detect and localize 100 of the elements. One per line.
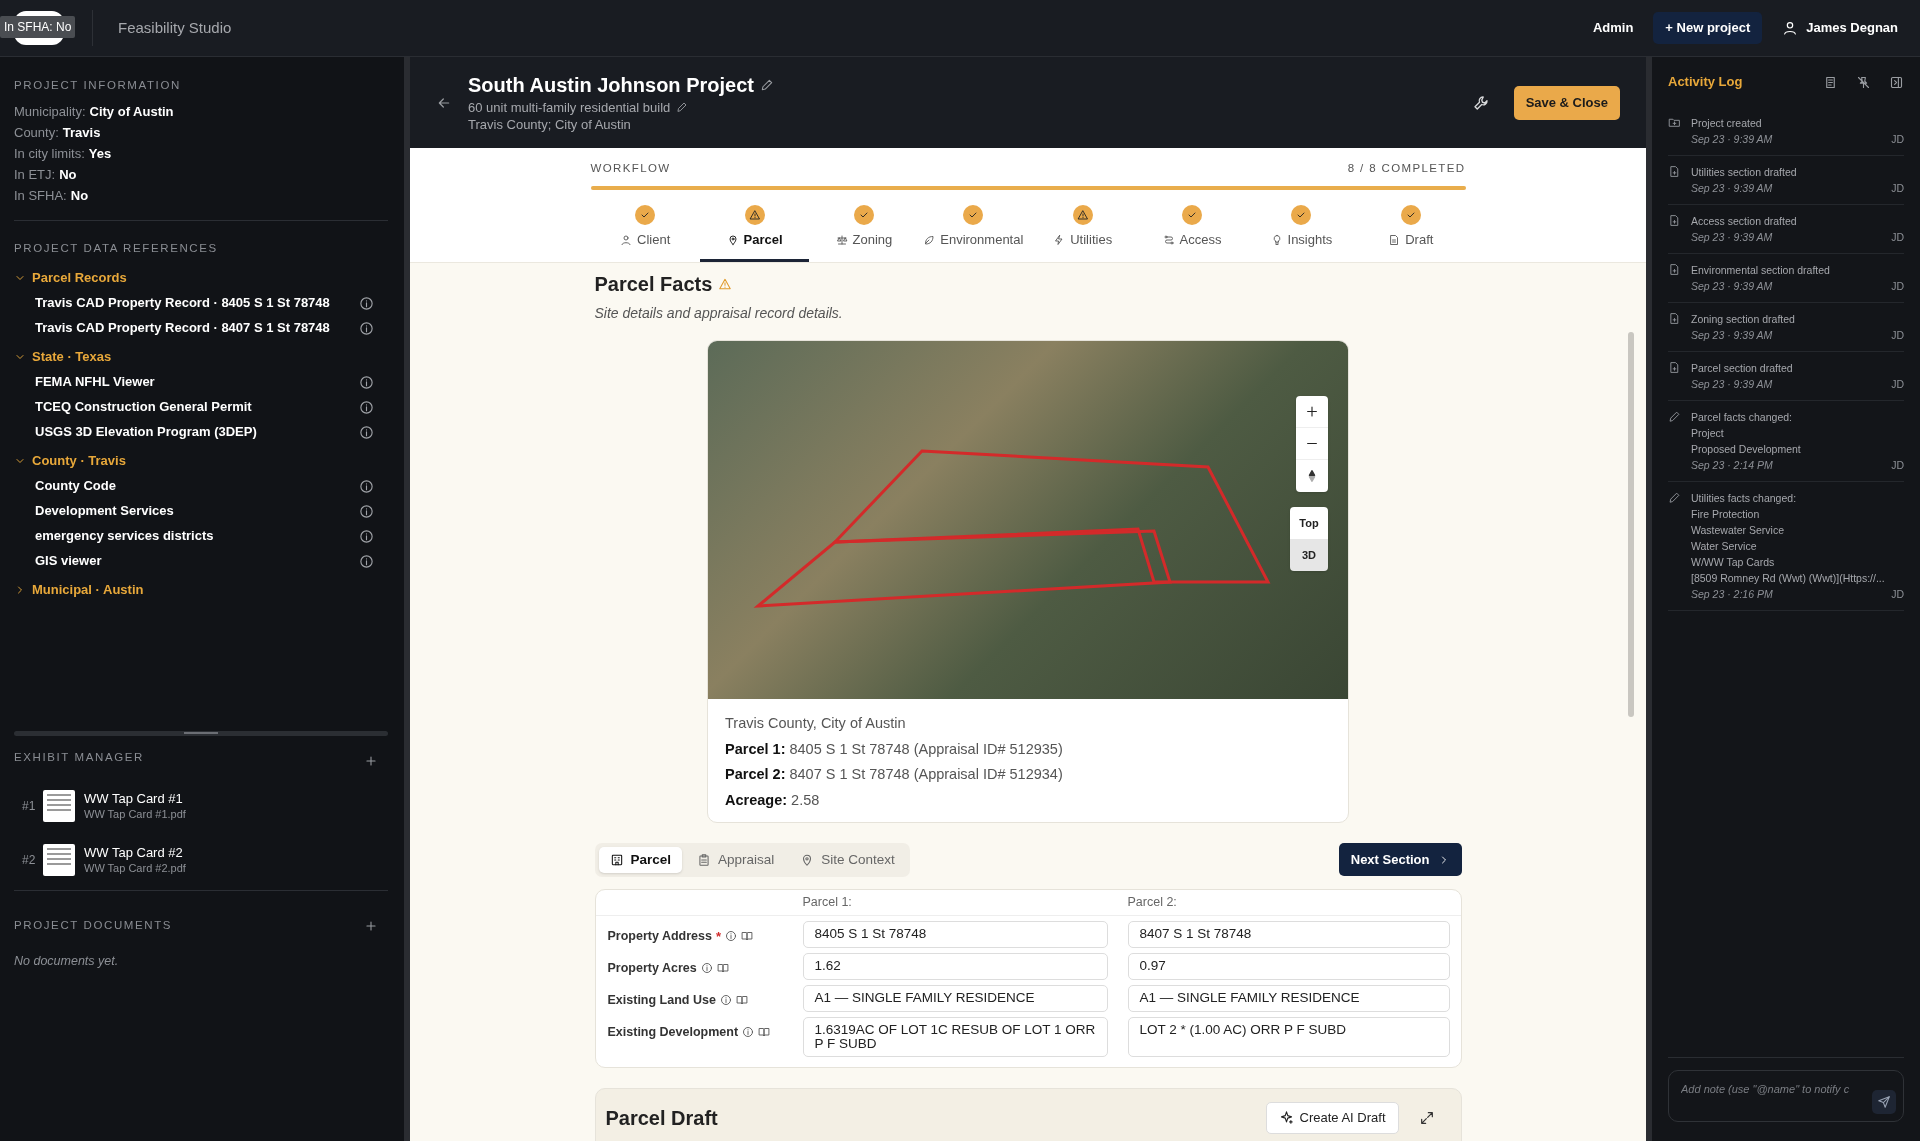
reference-group[interactable]: Parcel Records	[14, 265, 388, 291]
scale-icon	[835, 234, 848, 246]
panel-title: Activity Log	[1668, 73, 1743, 92]
input-field[interactable]: 1.6319AC OF LOT 1C RESUB OF LOT 1 ORR P F SUBD	[802, 1016, 1108, 1057]
reference-link[interactable]: Travis CAD Property Record · 8405 S 1 St 78748	[35, 293, 330, 313]
admin-link[interactable]: Admin	[1592, 18, 1634, 38]
progress-count: 8 / 8 COMPLETED	[1347, 161, 1466, 176]
pencil-icon	[1668, 410, 1681, 423]
info-icon[interactable]	[742, 1025, 755, 1038]
info-icon[interactable]	[359, 295, 374, 311]
reference-group[interactable]: Municipal · Austin	[14, 577, 388, 603]
building-icon	[609, 852, 624, 867]
project-title: South Austin Johnson Project	[468, 72, 754, 97]
book-icon[interactable]	[735, 993, 748, 1006]
reference-link[interactable]: USGS 3D Elevation Program (3DEP)	[35, 422, 257, 442]
field-label: In ETJ:	[14, 167, 56, 184]
reference-link[interactable]: TCEQ Construction General Permit	[35, 397, 252, 417]
log-text: Utilities facts changed:	[1691, 491, 1798, 506]
fact-label: Parcel 1:	[725, 739, 786, 759]
log-time: Sep 23 · 2:14 PM	[1691, 458, 1773, 473]
workflow-step-tab[interactable]: Client	[590, 205, 700, 262]
info-icon[interactable]	[359, 374, 374, 390]
send-icon[interactable]	[1872, 1090, 1896, 1114]
book-icon[interactable]	[758, 1025, 771, 1038]
reference-link[interactable]: GIS viewer	[35, 551, 102, 571]
scrollbar[interactable]	[1628, 332, 1634, 717]
edit-icon[interactable]	[676, 101, 689, 113]
log-text: Utilities section drafted	[1691, 165, 1798, 180]
input-field[interactable]: A1 — SINGLE FAMILY RESIDENCE	[1127, 984, 1450, 1012]
info-icon[interactable]	[359, 320, 374, 336]
field-label: In city limits:	[14, 146, 85, 163]
resize-handle[interactable]	[14, 731, 388, 736]
column-header: Parcel 2:	[1127, 893, 1178, 911]
tab[interactable]: Parcel	[598, 846, 683, 873]
info-icon[interactable]	[359, 553, 374, 569]
log-text: Parcel section drafted	[1691, 361, 1794, 376]
section-heading: PROJECT INFORMATION	[14, 78, 182, 93]
note-input[interactable]: Add note (use "@name" to notify c	[1668, 1070, 1904, 1122]
input-field[interactable]: 1.62	[802, 952, 1108, 980]
info-icon[interactable]	[359, 503, 374, 519]
file-icon	[1668, 214, 1681, 227]
new-project-button[interactable]: + New project	[1653, 12, 1763, 44]
create-ai-draft-button[interactable]: Create AI Draft	[1265, 1101, 1399, 1134]
add-icon[interactable]	[364, 918, 378, 933]
info-icon[interactable]	[719, 993, 732, 1006]
log-text: [8509 Romney Rd (Wwt) (Wwt)](Https://...	[1691, 571, 1886, 586]
wrench-icon[interactable]	[1471, 93, 1490, 112]
workflow-step-tab[interactable]: Insights	[1246, 205, 1357, 262]
exhibit-filename: WW Tap Card #2.pdf	[84, 861, 186, 875]
save-close-button[interactable]: Save & Close	[1513, 85, 1620, 120]
reference-link[interactable]: FEMA NFHL Viewer	[35, 372, 155, 392]
info-icon[interactable]	[359, 424, 374, 440]
reference-link[interactable]: County Code	[35, 476, 116, 496]
reference-group[interactable]: State · Texas	[14, 344, 388, 370]
edit-icon[interactable]	[759, 77, 774, 92]
exhibit-title[interactable]: WW Tap Card #2	[84, 845, 186, 861]
book-icon[interactable]	[716, 961, 729, 974]
add-icon[interactable]	[364, 754, 378, 768]
log-icon[interactable]	[1823, 74, 1838, 90]
info-icon[interactable]	[725, 930, 737, 943]
tab[interactable]: Site Context	[789, 846, 906, 873]
input-field[interactable]: 0.97	[1127, 952, 1450, 980]
view-toggle-button[interactable]: Top	[1290, 506, 1328, 539]
next-section-button[interactable]: Next Section	[1338, 843, 1462, 877]
workflow-step-tab[interactable]: Access	[1137, 205, 1247, 262]
document-thumbnail	[43, 844, 75, 876]
view-toggle-button[interactable]: 3D	[1290, 538, 1328, 571]
collapse-panel-icon[interactable]	[1889, 74, 1904, 90]
field-value: Yes	[88, 146, 112, 163]
user-menu-button[interactable]: James Degnan	[1782, 18, 1898, 38]
log-text: Water Service	[1691, 539, 1758, 554]
expand-icon[interactable]	[1418, 1109, 1435, 1126]
sparkle-icon	[1278, 1110, 1294, 1125]
tab[interactable]: Appraisal	[686, 846, 786, 873]
workflow-step-tab[interactable]: Zoning	[809, 205, 919, 262]
reference-link[interactable]: Travis CAD Property Record · 8407 S 1 St 78748	[35, 318, 330, 338]
info-icon[interactable]	[359, 478, 374, 494]
user-icon	[1782, 20, 1799, 36]
info-icon[interactable]	[359, 399, 374, 415]
book-icon[interactable]	[741, 930, 753, 943]
input-field[interactable]: A1 — SINGLE FAMILY RESIDENCE	[802, 984, 1108, 1012]
field-label: Existing Development	[607, 1023, 739, 1041]
info-icon[interactable]	[359, 528, 374, 544]
reference-link[interactable]: Development Services	[35, 501, 174, 521]
reference-group[interactable]: County · Travis	[14, 448, 388, 474]
input-field[interactable]: 8405 S 1 St 78748	[802, 920, 1108, 948]
workflow-step-tab[interactable]: Draft	[1356, 205, 1466, 262]
workflow-step-tab[interactable]: Parcel	[699, 205, 810, 262]
reference-link[interactable]: emergency services districts	[35, 526, 214, 546]
input-field[interactable]: 8407 S 1 St 78748	[1127, 920, 1450, 948]
field-label: In SFHA:	[14, 188, 67, 205]
workflow-step-tab[interactable]: Environmental	[918, 205, 1028, 262]
info-icon[interactable]	[700, 961, 713, 974]
input-field[interactable]: LOT 2 * (1.00 AC) ORR P F SUBD	[1127, 1016, 1450, 1057]
fact-value: 8405 S 1 St 78748 (Appraisal ID# 512935)	[789, 739, 1063, 759]
workflow-step-tab[interactable]: Utilities	[1028, 205, 1138, 262]
field-label: County:	[14, 125, 59, 142]
section-title: Parcel Facts	[594, 271, 713, 297]
exhibit-title[interactable]: WW Tap Card #1	[84, 791, 186, 807]
unpin-icon[interactable]	[1856, 74, 1871, 90]
